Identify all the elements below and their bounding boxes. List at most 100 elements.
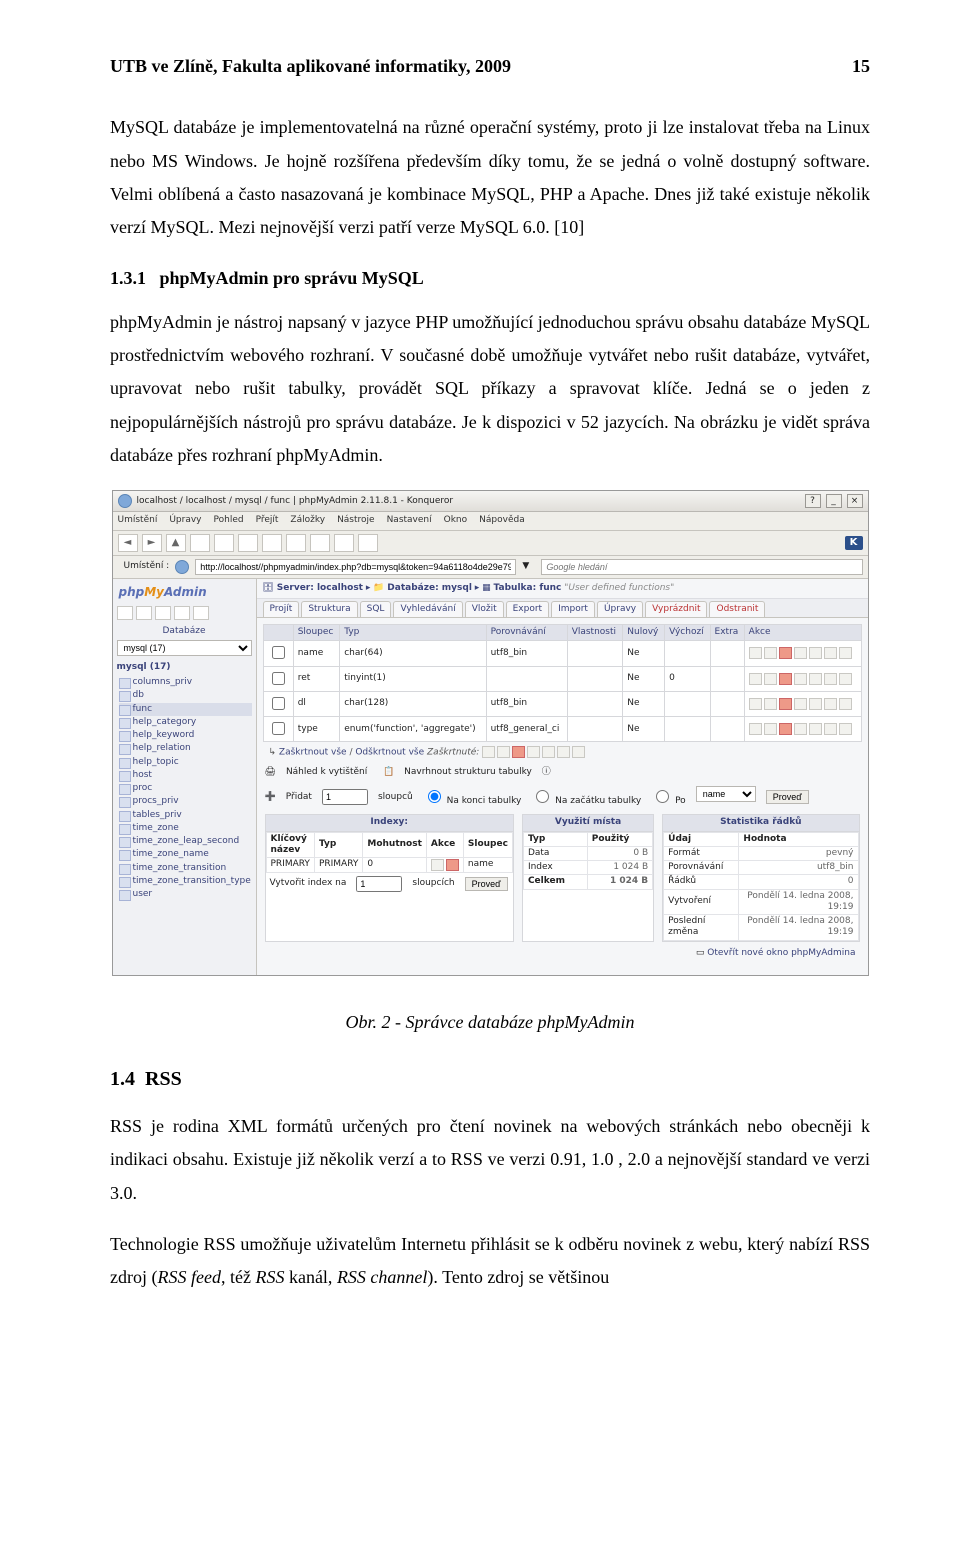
nav-print-icon[interactable] — [262, 534, 282, 552]
nav-back-icon[interactable]: ◄ — [118, 534, 138, 552]
bc-table[interactable]: Tabulka: func — [494, 583, 562, 593]
tab-sql[interactable]: SQL — [360, 601, 392, 617]
nav-forward-icon[interactable]: ► — [142, 534, 162, 552]
nav-find-icon[interactable] — [286, 534, 306, 552]
table-link[interactable]: host — [119, 769, 252, 782]
mkidx-count-input[interactable] — [356, 876, 402, 892]
db-select[interactable]: mysql (17) — [117, 640, 252, 656]
sel-drop-icon[interactable] — [512, 746, 525, 758]
nav-stop-icon[interactable] — [238, 534, 258, 552]
add-go-button[interactable]: Proveď — [766, 790, 809, 804]
table-link[interactable]: tables_priv — [119, 809, 252, 822]
table-link[interactable]: time_zone — [119, 822, 252, 835]
browse-icon[interactable] — [749, 647, 762, 659]
menu-item[interactable]: Umístění — [118, 515, 158, 526]
table-link[interactable]: user — [119, 888, 252, 901]
propose-structure-link[interactable]: Navrhnout strukturu tabulky — [404, 767, 532, 778]
tab-browse[interactable]: Projít — [263, 601, 300, 617]
index-icon[interactable] — [824, 647, 837, 659]
query-icon[interactable] — [174, 606, 190, 620]
table-link[interactable]: db — [119, 689, 252, 702]
radio-after[interactable]: Po — [651, 787, 686, 807]
docs-icon[interactable] — [155, 606, 171, 620]
after-field-select[interactable]: name — [696, 786, 756, 802]
pm-urlbar: Umístění : ▼ — [113, 556, 868, 579]
row-checkbox[interactable] — [272, 646, 285, 659]
col-header: Extra — [710, 625, 744, 641]
tab-insert[interactable]: Vložit — [465, 601, 504, 617]
row-checkbox[interactable] — [272, 697, 285, 710]
menu-item[interactable]: Pohled — [214, 515, 244, 526]
tab-search[interactable]: Vyhledávání — [393, 601, 462, 617]
tab-export[interactable]: Export — [506, 601, 549, 617]
radio-begin[interactable]: Na začátku tabulky — [531, 787, 641, 807]
drop-icon[interactable] — [446, 859, 459, 871]
mkidx-go-button[interactable]: Proveď — [465, 877, 508, 891]
menu-item[interactable]: Záložky — [290, 515, 325, 526]
edit-icon[interactable] — [764, 647, 777, 659]
check-all-line: ↳ Zaškrtnout vše / Odškrtnout vše Zaškrt… — [263, 742, 862, 763]
edit-icon[interactable] — [431, 859, 444, 871]
sel-edit-icon[interactable] — [497, 746, 510, 758]
pm-content: 🗄 Server: localhost ▸ 📁 Databáze: mysql … — [257, 579, 868, 975]
sql-icon[interactable] — [136, 606, 152, 620]
sel-browse-icon[interactable] — [482, 746, 495, 758]
table-link[interactable]: columns_priv — [119, 676, 252, 689]
open-new-window-link[interactable]: Otevřít nové okno phpMyAdmina — [707, 948, 855, 958]
db-title[interactable]: mysql (17) — [117, 662, 252, 673]
table-link[interactable]: proc — [119, 782, 252, 795]
nav-zoom-in-icon[interactable] — [310, 534, 330, 552]
primary-icon[interactable] — [794, 647, 807, 659]
tab-structure[interactable]: Struktura — [301, 601, 357, 617]
tab-drop[interactable]: Odstranit — [709, 601, 765, 617]
tab-import[interactable]: Import — [551, 601, 595, 617]
window-close-button[interactable]: × — [847, 494, 863, 508]
check-all-link[interactable]: Zaškrtnout vše — [279, 748, 347, 758]
radio-end[interactable]: Na konci tabulky — [423, 787, 522, 807]
table-link[interactable]: time_zone_transition_type — [119, 875, 252, 888]
unique-icon[interactable] — [809, 647, 822, 659]
bc-server[interactable]: Server: localhost — [277, 583, 363, 593]
add-count-input[interactable] — [322, 789, 368, 805]
table-link[interactable]: help_topic — [119, 756, 252, 769]
heading-title: phpMyAdmin pro správu MySQL — [160, 268, 424, 288]
table-link[interactable]: procs_priv — [119, 795, 252, 808]
search-input[interactable] — [541, 559, 862, 575]
window-minimize-button[interactable]: _ — [826, 494, 842, 508]
nav-zoom-out-icon[interactable] — [334, 534, 354, 552]
nav-home-icon[interactable] — [190, 534, 210, 552]
print-view-link[interactable]: Náhled k vytištění — [286, 767, 367, 778]
row-checkbox[interactable] — [272, 722, 285, 735]
table-link[interactable]: time_zone_leap_second — [119, 835, 252, 848]
home-icon[interactable] — [117, 606, 133, 620]
menu-item[interactable]: Přejít — [256, 515, 279, 526]
sel-unique-icon[interactable] — [542, 746, 555, 758]
nav-reload-icon[interactable] — [214, 534, 234, 552]
table-link[interactable]: time_zone_name — [119, 848, 252, 861]
menu-item[interactable]: Okno — [444, 515, 468, 526]
menu-item[interactable]: Nastavení — [387, 515, 432, 526]
nav-lock-icon[interactable] — [358, 534, 378, 552]
window-help-button[interactable]: ? — [805, 494, 821, 508]
menu-item[interactable]: Nástroje — [337, 515, 375, 526]
menu-item[interactable]: Nápověda — [479, 515, 525, 526]
nav-up-icon[interactable]: ▲ — [166, 534, 186, 552]
sel-fulltext-icon[interactable] — [572, 746, 585, 758]
table-link[interactable]: time_zone_transition — [119, 862, 252, 875]
row-checkbox[interactable] — [272, 672, 285, 685]
tab-empty[interactable]: Vyprázdnit — [645, 601, 707, 617]
sel-index-icon[interactable] — [557, 746, 570, 758]
table-link[interactable]: help_category — [119, 716, 252, 729]
tab-operations[interactable]: Úpravy — [597, 601, 643, 617]
bc-db[interactable]: Databáze: mysql — [387, 583, 472, 593]
table-link[interactable]: help_keyword — [119, 729, 252, 742]
url-input[interactable] — [195, 559, 516, 575]
drop-icon[interactable] — [779, 647, 792, 659]
menu-item[interactable]: Úpravy — [169, 515, 201, 526]
sel-primary-icon[interactable] — [527, 746, 540, 758]
uncheck-all-link[interactable]: Odškrtnout vše — [355, 748, 424, 758]
table-link[interactable]: help_relation — [119, 742, 252, 755]
table-link[interactable]: func — [119, 703, 252, 716]
fulltext-icon[interactable] — [839, 647, 852, 659]
reload-icon[interactable] — [193, 606, 209, 620]
